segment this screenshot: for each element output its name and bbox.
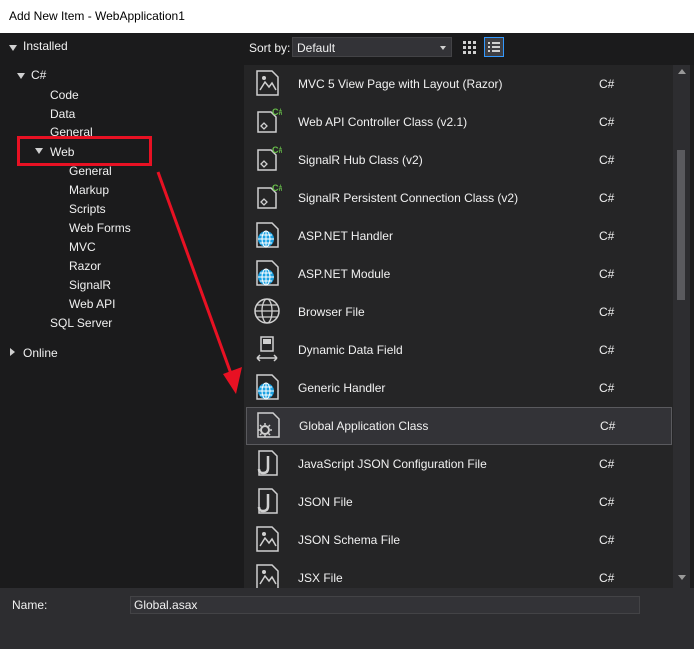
list-item[interactable]: ASP.NET Handler C# xyxy=(244,217,673,255)
tree-item-scripts[interactable]: Scripts xyxy=(69,202,106,216)
name-panel: Name: xyxy=(0,588,694,649)
grid-view-icon xyxy=(463,41,476,54)
item-language: C# xyxy=(599,343,615,357)
svg-text:C#: C# xyxy=(272,107,282,117)
item-language: C# xyxy=(599,229,615,243)
tree-item-markup[interactable]: Markup xyxy=(69,183,109,197)
list-item[interactable]: JSX File C# xyxy=(244,559,673,588)
item-language: C# xyxy=(599,191,615,205)
toolbar: Sort by: Default xyxy=(244,33,694,65)
list-view-button[interactable] xyxy=(484,37,504,57)
list-item-selected[interactable]: Global Application Class C# xyxy=(246,407,672,445)
item-name: Generic Handler xyxy=(298,381,386,395)
item-name: SignalR Persistent Connection Class (v2) xyxy=(298,191,519,205)
list-item[interactable]: JSON File C# xyxy=(244,483,673,521)
list-item[interactable]: JSON Schema File C# xyxy=(244,521,673,559)
item-name: JavaScript JSON Configuration File xyxy=(298,457,487,471)
list-item[interactable]: ASP.NET Module C# xyxy=(244,255,673,293)
item-name: Global Application Class xyxy=(299,419,429,433)
globe-page-icon xyxy=(256,374,279,400)
list-item[interactable]: JavaScript JSON Configuration File C# xyxy=(244,445,673,483)
item-language: C# xyxy=(599,305,615,319)
csharp-class-icon: C# xyxy=(257,183,282,209)
name-label: Name: xyxy=(12,598,48,612)
chevron-right-icon[interactable] xyxy=(10,348,15,356)
list-item[interactable]: C# Web API Controller Class (v2.1) C# xyxy=(244,103,673,141)
csharp-class-icon: C# xyxy=(257,107,282,133)
item-name: Browser File xyxy=(298,305,365,319)
title-bar: Add New Item - WebApplication1 xyxy=(0,0,694,33)
name-input[interactable] xyxy=(130,596,640,614)
item-name: JSON File xyxy=(298,495,353,509)
item-name: MVC 5 View Page with Layout (Razor) xyxy=(298,77,503,91)
list-item[interactable]: C# SignalR Persistent Connection Class (… xyxy=(244,179,673,217)
razor-page-icon xyxy=(256,526,279,552)
list-item[interactable]: Browser File C# xyxy=(244,293,673,331)
list-scrollbar[interactable] xyxy=(673,65,690,588)
tree-item-sql-server[interactable]: SQL Server xyxy=(50,316,112,330)
svg-text:C#: C# xyxy=(272,183,282,193)
razor-page-icon xyxy=(256,70,279,96)
tree-item-data[interactable]: Data xyxy=(50,107,75,121)
csharp-class-icon: C# xyxy=(257,145,282,171)
tree-item-web-forms[interactable]: Web Forms xyxy=(69,221,131,235)
scroll-up-icon[interactable] xyxy=(678,69,686,74)
svg-text:C#: C# xyxy=(272,145,282,155)
list-item[interactable]: Dynamic Data Field C# xyxy=(244,331,673,369)
item-name: ASP.NET Module xyxy=(298,267,391,281)
window-title: Add New Item - WebApplication1 xyxy=(9,9,185,23)
dynamic-field-icon xyxy=(256,336,278,362)
template-list: MVC 5 View Page with Layout (Razor) C# C… xyxy=(244,65,673,588)
chevron-down-icon xyxy=(440,46,446,50)
tree-item-web-general[interactable]: General xyxy=(69,164,112,178)
item-language: C# xyxy=(599,495,615,509)
item-language: C# xyxy=(599,533,615,547)
chevron-down-icon[interactable] xyxy=(9,45,17,51)
list-view-icon xyxy=(488,42,500,52)
grid-view-button[interactable] xyxy=(460,38,478,56)
scroll-down-icon[interactable] xyxy=(678,575,686,580)
gear-page-icon xyxy=(257,412,280,438)
item-name: JSX File xyxy=(298,571,343,585)
tree-item-razor[interactable]: Razor xyxy=(69,259,101,273)
globe-page-icon xyxy=(256,222,279,248)
sort-select[interactable]: Default xyxy=(292,37,452,57)
globe-icon xyxy=(254,298,280,324)
item-language: C# xyxy=(599,457,615,471)
tree-item-csharp[interactable]: C# xyxy=(31,68,46,82)
sort-label: Sort by: xyxy=(249,41,291,55)
razor-page-icon xyxy=(256,564,279,588)
item-name: Dynamic Data Field xyxy=(298,343,403,357)
item-name: SignalR Hub Class (v2) xyxy=(298,153,423,167)
list-item[interactable]: MVC 5 View Page with Layout (Razor) C# xyxy=(244,65,673,103)
template-tree: Installed C# Code Data General Web Gener… xyxy=(0,33,244,588)
chevron-down-icon[interactable] xyxy=(17,73,25,79)
item-language: C# xyxy=(599,115,615,129)
item-language: C# xyxy=(600,419,616,433)
json-file-icon xyxy=(257,450,278,476)
list-item[interactable]: Generic Handler C# xyxy=(244,369,673,407)
tree-item-mvc[interactable]: MVC xyxy=(69,240,96,254)
item-language: C# xyxy=(599,153,615,167)
tree-item-online[interactable]: Online xyxy=(23,346,58,360)
json-file-icon xyxy=(257,488,278,514)
item-name: ASP.NET Handler xyxy=(298,229,393,243)
highlight-box xyxy=(17,136,152,166)
item-language: C# xyxy=(599,571,615,585)
item-language: C# xyxy=(599,77,615,91)
sort-select-value: Default xyxy=(297,41,336,55)
scrollbar-thumb[interactable] xyxy=(677,150,685,300)
list-item[interactable]: C# SignalR Hub Class (v2) C# xyxy=(244,141,673,179)
tree-item-web-api[interactable]: Web API xyxy=(69,297,115,311)
tree-item-installed[interactable]: Installed xyxy=(23,39,68,53)
tree-item-code[interactable]: Code xyxy=(50,88,79,102)
item-language: C# xyxy=(599,381,615,395)
item-language: C# xyxy=(599,267,615,281)
item-name: JSON Schema File xyxy=(298,533,401,547)
tree-item-signalr[interactable]: SignalR xyxy=(69,278,111,292)
item-name: Web API Controller Class (v2.1) xyxy=(298,115,468,129)
globe-page-icon xyxy=(256,260,279,286)
